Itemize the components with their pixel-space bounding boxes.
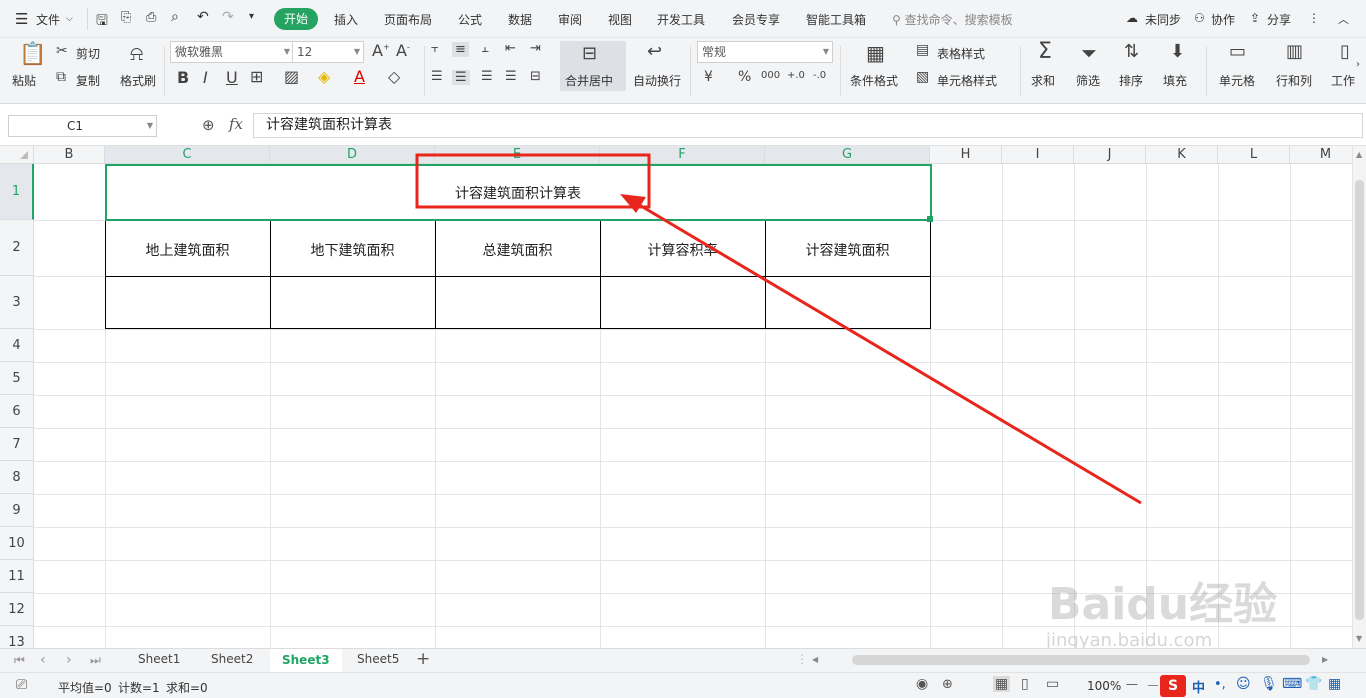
sheet-tabs-bar: ⏮ ‹ › ⏭ Sheet1 Sheet2 Sheet3 Sheet5 + ⋮ … [0, 648, 1366, 672]
vertical-scrollbar[interactable]: ▲ ▼ [1352, 146, 1366, 648]
ime-voice-icon[interactable]: 🎙 [1260, 676, 1278, 692]
next-sheet-icon[interactable]: › [66, 652, 72, 668]
annotation-arrow [635, 201, 1142, 505]
annotation-box [415, 153, 651, 209]
horizontal-scroll-thumb[interactable] [852, 655, 1310, 665]
add-sheet-icon[interactable]: + [416, 649, 430, 669]
sheet-tab-1[interactable]: Sheet1 [138, 652, 180, 666]
freeze-icon[interactable]: ⊕ [942, 677, 953, 692]
last-sheet-icon[interactable]: ⏭ [90, 653, 101, 668]
first-sheet-icon[interactable]: ⏮ [14, 653, 25, 668]
watermark: Baidu经验 [1048, 579, 1278, 630]
zoom-out-icon[interactable]: — [1126, 677, 1138, 691]
status-sum: 求和=0 [166, 681, 208, 695]
status-count: 计数=1 [118, 681, 160, 695]
ime-toolbox-icon[interactable]: ▦ [1328, 676, 1341, 692]
page-break-view-icon[interactable]: ▭ [1046, 676, 1059, 692]
ime-keyboard-icon[interactable]: ⌨ [1282, 676, 1302, 692]
scroll-right-icon[interactable]: ▶ [1322, 655, 1328, 664]
ime-logo-icon[interactable]: S [1160, 675, 1186, 697]
macro-record-icon[interactable]: ⎚ [16, 677, 27, 693]
scroll-down-icon[interactable]: ▼ [1356, 634, 1362, 643]
prev-sheet-icon[interactable]: ‹ [40, 652, 46, 668]
scroll-up-icon[interactable]: ▲ [1356, 150, 1362, 159]
normal-view-icon[interactable]: ▦ [993, 676, 1011, 692]
zoom-level[interactable]: 100% [1087, 679, 1121, 693]
page-layout-view-icon[interactable]: ▯ [1021, 676, 1029, 692]
eye-protection-icon[interactable]: ◉ [916, 676, 928, 692]
splitter[interactable]: ⋮ [796, 652, 808, 666]
ime-punct-icon[interactable]: •, [1214, 677, 1226, 692]
ime-mode-icon[interactable]: 中 [1192, 677, 1205, 696]
annotation-arrowhead [620, 194, 646, 213]
scroll-left-icon[interactable]: ◀ [812, 655, 818, 664]
status-bar: ⎚ 平均值=0 计数=1 求和=0 ◉ ⊕ ▦ ▯ ▭ 100% — S 中 •… [0, 672, 1366, 698]
scroll-thumb[interactable] [1355, 180, 1364, 620]
zoom-slider[interactable] [1148, 685, 1158, 686]
sheet-tab-5[interactable]: Sheet5 [357, 652, 399, 666]
ime-skin-icon[interactable]: 👕 [1305, 676, 1322, 692]
sheet-tab-3[interactable]: Sheet3 [270, 649, 342, 672]
ime-emoji-icon[interactable]: ☺ [1236, 676, 1251, 692]
sheet-tab-2[interactable]: Sheet2 [211, 652, 253, 666]
status-average: 平均值=0 [58, 681, 112, 695]
